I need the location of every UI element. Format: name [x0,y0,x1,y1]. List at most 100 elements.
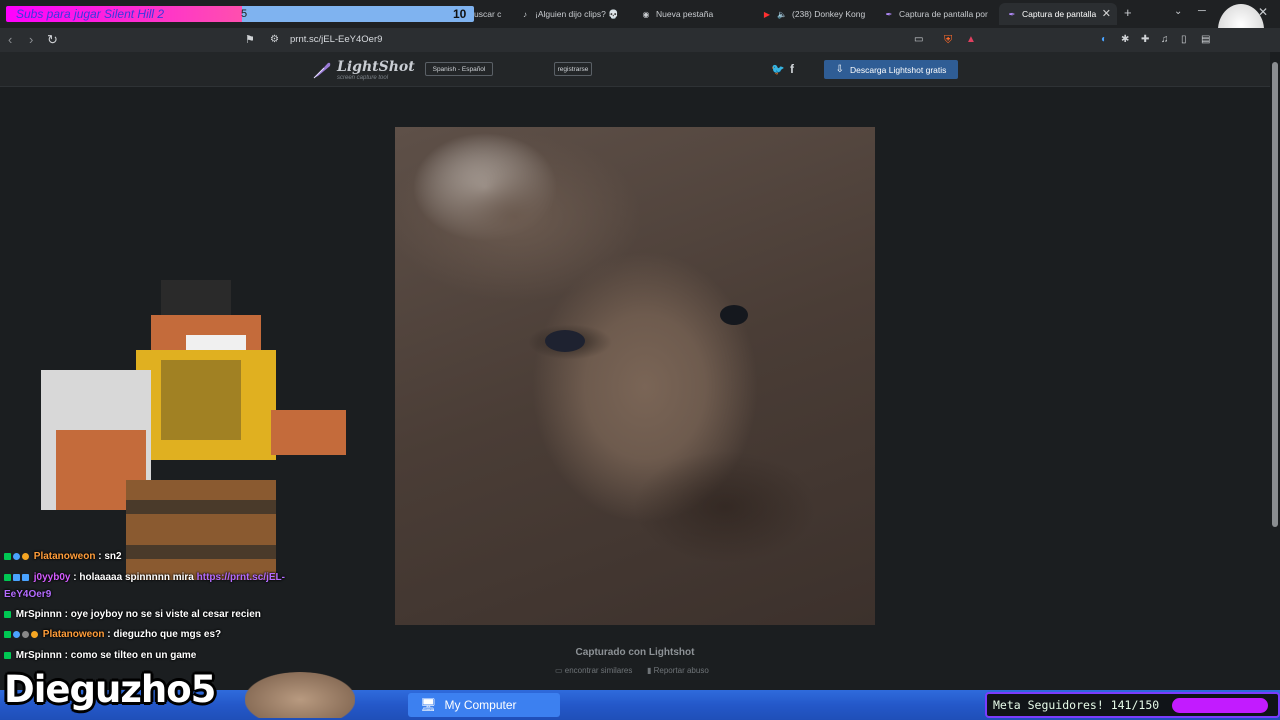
chat-text: dieguzho que mgs es? [113,629,222,640]
language-label: Spanish - Español [432,65,486,73]
back-icon[interactable]: ‹ [8,33,12,47]
twitter-icon[interactable]: 🐦 [771,63,785,76]
chat-username[interactable]: MrSpinnn [16,650,62,661]
lightshot-icon: ✒ [1008,9,1016,19]
chat-message: Platanoweon : dieguzho que mgs es? [4,629,221,640]
lightshot-tagline: screen capture tool [337,75,389,81]
reload-icon[interactable]: ↻ [47,33,58,47]
forward-icon[interactable]: › [29,33,33,47]
chat-username[interactable]: Platanoweon [43,629,105,640]
download-lightshot-button[interactable]: ⇩ Descarga Lightshot gratis [824,60,958,79]
badge-icon [13,630,20,638]
puppy-eye-right [720,305,748,325]
new-tab-icon[interactable]: + [1124,5,1132,20]
chat-username[interactable]: j0yyb0y [34,572,71,583]
music-icon[interactable]: ♫ [1161,33,1169,47]
chat-username[interactable]: Platanoweon [34,551,96,562]
badge-icon [13,552,20,560]
chat-message: MrSpinnn : como se tilteo en un game [4,650,196,661]
streamer-name: Dieguzho5 [4,668,216,711]
minimize-icon[interactable]: ─ [1198,5,1206,17]
lightshot-feather-icon [312,60,332,80]
download-label: Descarga Lightshot gratis [850,64,947,75]
mod-badge-icon [4,630,11,638]
badge-icon [31,630,38,638]
puppy-eye-left [545,330,585,352]
tab-search-chevron-icon[interactable]: ⌄ [1174,6,1182,17]
screenshot-image[interactable] [395,127,875,625]
chat-text: oye joyboy no se si viste al cesar recie… [70,609,261,620]
download-icon: ⇩ [835,64,844,75]
cast-icon[interactable]: ▭ [914,33,923,47]
sidebar-icon[interactable]: ▯ [1181,33,1187,47]
computer-icon: 🖥 [420,697,437,712]
mod-badge-icon [4,573,11,581]
follower-goal-label: Meta Seguidores! 141/150 [993,698,1160,712]
chat-message: Platanoweon : sn2 [4,551,122,562]
find-similar-link[interactable]: ▭ encontrar similares [555,666,632,675]
tab-tiktok[interactable]: ♪ ¡Alguien dijo clips? 💀 [520,3,628,25]
tab-label: ¡Alguien dijo clips? 💀 [535,8,619,19]
lightshot-icon: ✒ [885,9,893,19]
mod-badge-icon [4,552,11,560]
tab-new-tab[interactable]: ◉ Nueva pestaña [641,3,751,25]
tab-label: (238) Donkey Kong C [792,9,866,19]
find-similar-label: encontrar similares [564,666,633,675]
rewards-icon[interactable]: ▲ [966,33,976,47]
tab-label: Captura de pantalla [1022,9,1097,19]
lightshot-logo[interactable]: LightShot [337,59,415,75]
mod-badge-icon [4,610,11,618]
subs-goal-title: Subs para jugar Silent Hill 2 [16,7,165,21]
browser-tab-strip: Subs para jugar Silent Hill 2 5 10 uscar… [0,0,1280,56]
chat-separator: : [61,650,71,661]
tiktok-icon: ♪ [523,9,527,19]
browser-icon: ◉ [642,9,650,19]
audio-icon[interactable]: ◐ [1101,33,1107,47]
url-field[interactable]: prnt.sc/jEL-EeY4Oer9 [290,34,382,45]
chat-text: holaaaaa spinnnnn mira [79,572,197,583]
chat-text: sn2 [104,551,122,562]
lightshot-header [0,52,1270,87]
extension-icon[interactable]: ✱ [1121,33,1129,47]
tab-youtube[interactable]: ▶ 🔈 (238) Donkey Kong C [762,3,866,25]
chat-text: como se tilteo en un game [70,650,197,661]
trash-icon: ▮ [647,666,654,675]
register-button[interactable]: registrarse [554,62,592,76]
facebook-icon[interactable]: f [790,62,794,76]
search-icon: ▭ [555,666,565,675]
taskbar-my-computer-button[interactable]: 🖥 My Computer [408,693,560,717]
badge-icon [22,552,29,560]
close-icon[interactable]: ✕ [1102,7,1111,20]
tab-label: uscar c [474,9,502,19]
address-bar: ‹ › ↻ ⚑ ⚙ prnt.sc/jEL-EeY4Oer9 ▭ ⛨ ▲ ◐ ✱… [0,28,1280,52]
chat-link[interactable]: EeY4Oer9 [4,589,51,600]
site-info-icon[interactable]: ⚙ [270,33,279,47]
chat-message: j0yyb0y : holaaaaa spinnnnn mira https:/… [4,572,285,583]
chat-link[interactable]: https://prnt.sc/jEL- [197,572,285,583]
scrollbar-thumb[interactable] [1272,62,1278,527]
brave-shield-icon[interactable]: ⛨ [944,33,952,47]
barrel-character-sprite [36,280,351,580]
puzzle-icon[interactable]: ✚ [1141,33,1149,47]
badge-icon [22,630,29,638]
badge-icon [13,573,20,581]
chat-message-continued: EeY4Oer9 [4,589,51,600]
subs-goal-target: 10 [453,7,467,21]
subs-goal-current: 5 [241,8,248,20]
youtube-icon: ▶ [763,9,771,19]
report-abuse-label: Reportar abuso [653,666,709,675]
bookmark-icon[interactable]: ⚑ [245,33,255,47]
tab-lightshot-active[interactable]: ✒ Captura de pantalla ✕ [999,3,1117,25]
speaker-icon: 🔈 [777,9,787,19]
language-select[interactable]: Spanish - Español [425,62,493,76]
badge-icon [22,573,29,581]
tab-label: Nueva pestaña [656,9,714,19]
follower-goal-progress [1172,698,1268,713]
tab-label: Captura de pantalla por [899,9,988,19]
wallet-icon[interactable]: ▤ [1201,33,1210,47]
chat-username[interactable]: MrSpinnn [16,609,62,620]
pet-webcam-image [245,672,355,718]
tab-search[interactable]: uscar c [474,3,512,25]
tab-lightshot-1[interactable]: ✒ Captura de pantalla por [884,3,988,25]
report-abuse-link[interactable]: ▮ Reportar abuso [647,666,709,675]
